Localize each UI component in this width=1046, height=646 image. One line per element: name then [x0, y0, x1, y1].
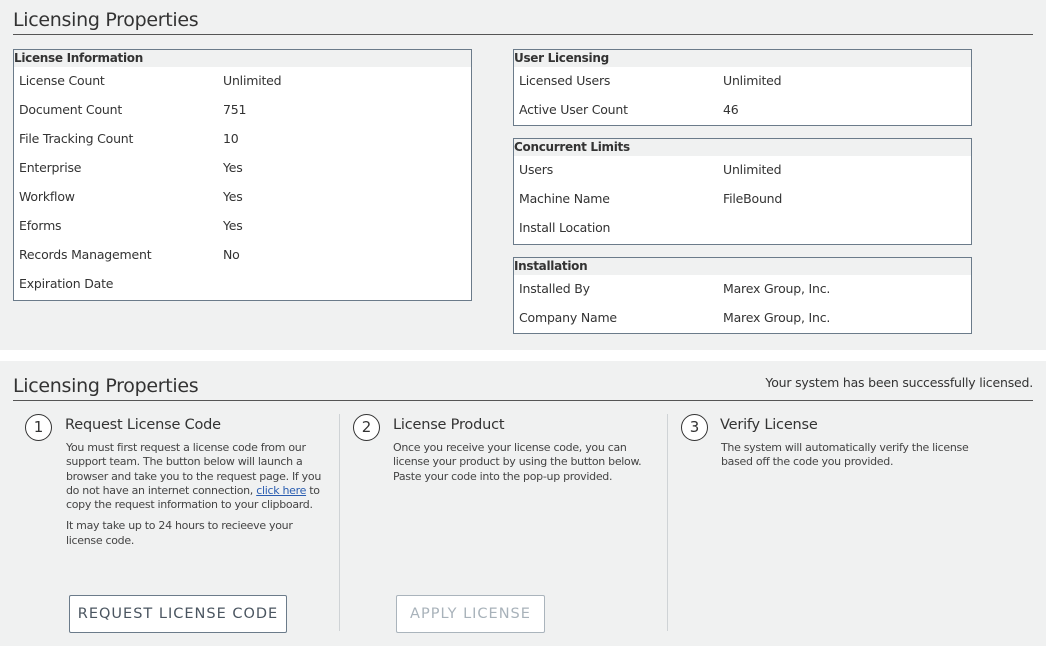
license-properties-section: Licensing Properties License Information… — [0, 0, 1046, 350]
step-title-verify-license: Verify License — [720, 417, 818, 433]
info-row: Expiration Date — [14, 270, 471, 299]
request-license-code-button[interactable]: REQUEST LICENSE CODE — [69, 595, 287, 633]
step-number-1: 1 — [25, 414, 52, 441]
info-row: Install Location — [514, 214, 971, 243]
row-value: FileBound — [723, 191, 783, 206]
row-label: Records Management — [19, 247, 152, 262]
row-label: License Count — [19, 73, 105, 88]
installation-panel: Installation Installed By Marex Group, In… — [513, 257, 972, 334]
license-information-panel: License Information License Count Unlimit… — [13, 49, 472, 301]
info-row: Document Count 751 — [14, 96, 471, 125]
step-title-license-product: License Product — [393, 417, 505, 433]
section-title: Licensing Properties — [13, 375, 199, 397]
step-divider — [339, 414, 340, 631]
row-label: Eforms — [19, 218, 62, 233]
row-value: Unlimited — [223, 73, 282, 88]
user-licensing-panel: User Licensing Licensed Users Unlimited A… — [513, 49, 972, 126]
row-label: File Tracking Count — [19, 131, 134, 146]
row-label: Machine Name — [519, 191, 610, 206]
panel-heading: License Information — [14, 50, 471, 67]
row-label: Install Location — [519, 220, 611, 235]
row-value: No — [223, 247, 240, 262]
concurrent-limits-panel: Concurrent Limits Users Unlimited Machine… — [513, 138, 972, 245]
row-value: Marex Group, Inc. — [723, 281, 831, 296]
row-value: Yes — [223, 189, 243, 204]
row-label: Licensed Users — [519, 73, 611, 88]
info-row: Installed By Marex Group, Inc. — [514, 275, 971, 304]
step-instructions: You must first request a license code fr… — [66, 441, 328, 512]
info-row: Company Name Marex Group, Inc. — [514, 304, 971, 333]
row-label: Document Count — [19, 102, 123, 117]
section-gap — [0, 350, 1046, 361]
panel-heading: Installation — [514, 258, 971, 275]
row-value: Yes — [223, 160, 243, 175]
row-value: Yes — [223, 218, 243, 233]
row-label: Installed By — [519, 281, 590, 296]
row-label: Company Name — [519, 310, 617, 325]
section-divider — [13, 34, 1033, 35]
info-row: Machine Name FileBound — [514, 185, 971, 214]
info-row: Users Unlimited — [514, 156, 971, 185]
info-row: Eforms Yes — [14, 212, 471, 241]
row-value: 10 — [223, 131, 239, 146]
licensing-steps-section: Licensing Properties Your system has bee… — [0, 361, 1046, 646]
license-status-text: Your system has been successfully licens… — [765, 375, 1033, 390]
row-value: Marex Group, Inc. — [723, 310, 831, 325]
step-description-2: Once you receive your license code, you … — [393, 441, 642, 483]
info-row: Workflow Yes — [14, 183, 471, 212]
info-row: License Count Unlimited — [14, 67, 471, 96]
row-value: Unlimited — [723, 73, 782, 88]
info-row: File Tracking Count 10 — [14, 125, 471, 154]
row-value: 751 — [223, 102, 247, 117]
step-number-2: 2 — [353, 414, 380, 441]
step-description-1: You must first request a license code fr… — [66, 441, 328, 555]
section-divider — [13, 400, 1033, 401]
step-title-request-license-code: Request License Code — [65, 417, 221, 433]
info-row: Enterprise Yes — [14, 154, 471, 183]
row-label: Users — [519, 162, 554, 177]
info-row: Licensed Users Unlimited — [514, 67, 971, 96]
row-label: Enterprise — [19, 160, 82, 175]
row-value: 46 — [723, 102, 739, 117]
step-number-3: 3 — [681, 414, 708, 441]
step-description-3: The system will automatically verify the… — [721, 441, 969, 469]
panel-heading: User Licensing — [514, 50, 971, 67]
section-title: Licensing Properties — [13, 9, 199, 31]
copy-request-link[interactable]: click here — [256, 484, 306, 497]
step-note: It may take up to 24 hours to recieeve y… — [66, 519, 293, 547]
info-row: Active User Count 46 — [514, 96, 971, 125]
row-value: Unlimited — [723, 162, 782, 177]
row-label: Expiration Date — [19, 276, 114, 291]
row-label: Active User Count — [519, 102, 628, 117]
info-row: Records Management No — [14, 241, 471, 270]
row-label: Workflow — [19, 189, 75, 204]
apply-license-button[interactable]: APPLY LICENSE — [396, 595, 545, 633]
step-divider — [667, 414, 668, 631]
panel-heading: Concurrent Limits — [514, 139, 971, 156]
